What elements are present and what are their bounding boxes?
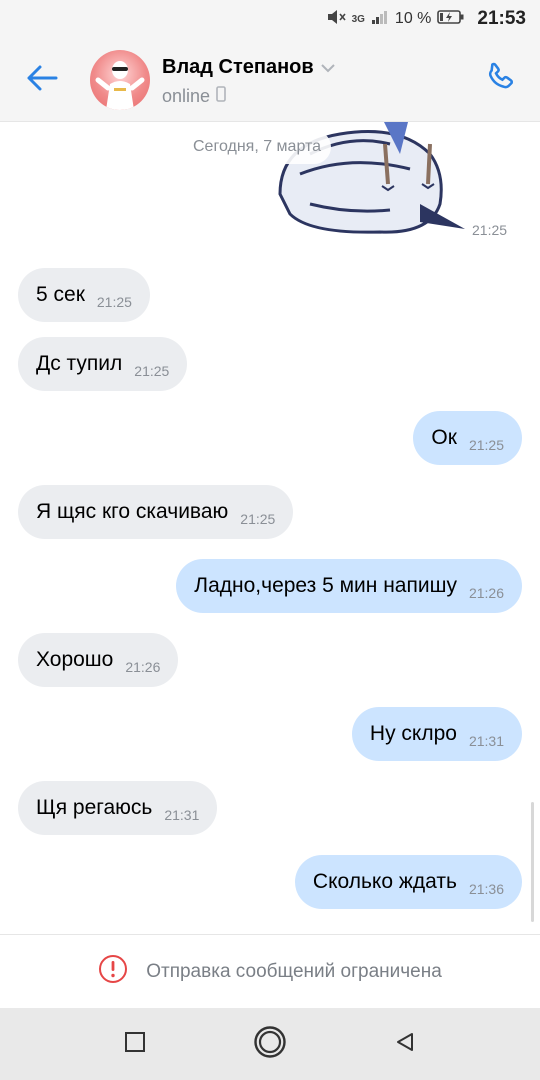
- call-button[interactable]: [480, 60, 520, 100]
- message-time: 21:36: [468, 881, 504, 897]
- status-icons: 3G 10 % 21:53: [326, 6, 526, 32]
- message-text: Ну склро: [369, 722, 457, 745]
- warning-icon: [98, 954, 128, 989]
- message-outgoing[interactable]: Ну склро 21:31: [351, 707, 522, 761]
- message-text: 5 сек: [36, 283, 85, 306]
- phone-icon: [483, 61, 517, 100]
- back-nav-button[interactable]: [387, 1026, 423, 1062]
- recents-icon: [124, 1031, 146, 1058]
- mute-icon: [326, 8, 346, 31]
- message-incoming[interactable]: Дс тупил 21:25: [18, 337, 188, 391]
- signal-icon: [371, 9, 389, 30]
- contact-status: online: [162, 86, 226, 107]
- message-incoming[interactable]: 5 сек 21:25: [18, 268, 150, 322]
- message-time: 21:31: [468, 733, 504, 749]
- recents-button[interactable]: [117, 1026, 153, 1062]
- message-time: 21:25: [96, 294, 132, 310]
- back-button[interactable]: [22, 60, 62, 100]
- sticker-time: 21:25: [472, 222, 508, 238]
- message-list[interactable]: 21:25 Сегодня, 7 марта 5 сек 21:25 Дс ту…: [0, 122, 540, 934]
- message-time: 21:31: [164, 807, 200, 823]
- network-type: 3G: [351, 13, 365, 25]
- system-navigation-bar: [0, 1008, 540, 1080]
- chat-header: Влад Степанов online: [0, 38, 540, 122]
- home-button[interactable]: [252, 1025, 288, 1064]
- clock: 21:53: [477, 8, 526, 29]
- message-time: 21:25: [134, 363, 170, 379]
- message-outgoing[interactable]: Ок 21:25: [413, 411, 522, 465]
- scrollbar[interactable]: [531, 802, 534, 922]
- message-text: Щя регаюсь: [36, 796, 153, 819]
- message-text: Я щяс кго скачиваю: [36, 500, 229, 523]
- message-incoming[interactable]: Щя регаюсь 21:31: [18, 781, 218, 835]
- message-text: Хорошо: [36, 648, 114, 671]
- messaging-restricted-banner: Отправка сообщений ограничена: [0, 934, 540, 1008]
- contact-name-text: Влад Степанов: [162, 56, 314, 78]
- message-outgoing[interactable]: Сколько ждать 21:36: [294, 855, 522, 909]
- message-time: 21:25: [240, 511, 276, 527]
- chevron-down-icon: [320, 56, 336, 79]
- message-time: 21:26: [468, 585, 504, 601]
- back-triangle-icon: [394, 1031, 416, 1058]
- avatar[interactable]: [90, 50, 150, 110]
- battery-percent: 10 %: [394, 10, 432, 27]
- date-separator: Сегодня, 7 марта: [183, 130, 332, 164]
- notice-text: Отправка сообщений ограничена: [146, 960, 442, 982]
- message-text: Ок: [431, 426, 457, 449]
- message-incoming[interactable]: Хорошо 21:26: [18, 633, 179, 687]
- mobile-phone-icon: [216, 86, 226, 107]
- message-time: 21:25: [468, 437, 504, 453]
- message-time: 21:26: [125, 659, 161, 675]
- battery-charging-icon: [437, 9, 465, 30]
- arrow-left-icon: [26, 64, 58, 97]
- status-bar: 3G 10 % 21:53: [0, 0, 540, 38]
- contact-status-text: online: [162, 86, 211, 106]
- message-outgoing[interactable]: Ладно,через 5 мин напишу 21:26: [176, 559, 522, 613]
- message-text: Дс тупил: [36, 352, 123, 375]
- message-text: Ладно,через 5 мин напишу: [194, 574, 457, 597]
- message-incoming[interactable]: Я щяс кго скачиваю 21:25: [18, 485, 294, 539]
- home-icon: [253, 1025, 287, 1064]
- contact-name[interactable]: Влад Степанов: [162, 56, 336, 79]
- message-text: Сколько ждать: [312, 870, 457, 893]
